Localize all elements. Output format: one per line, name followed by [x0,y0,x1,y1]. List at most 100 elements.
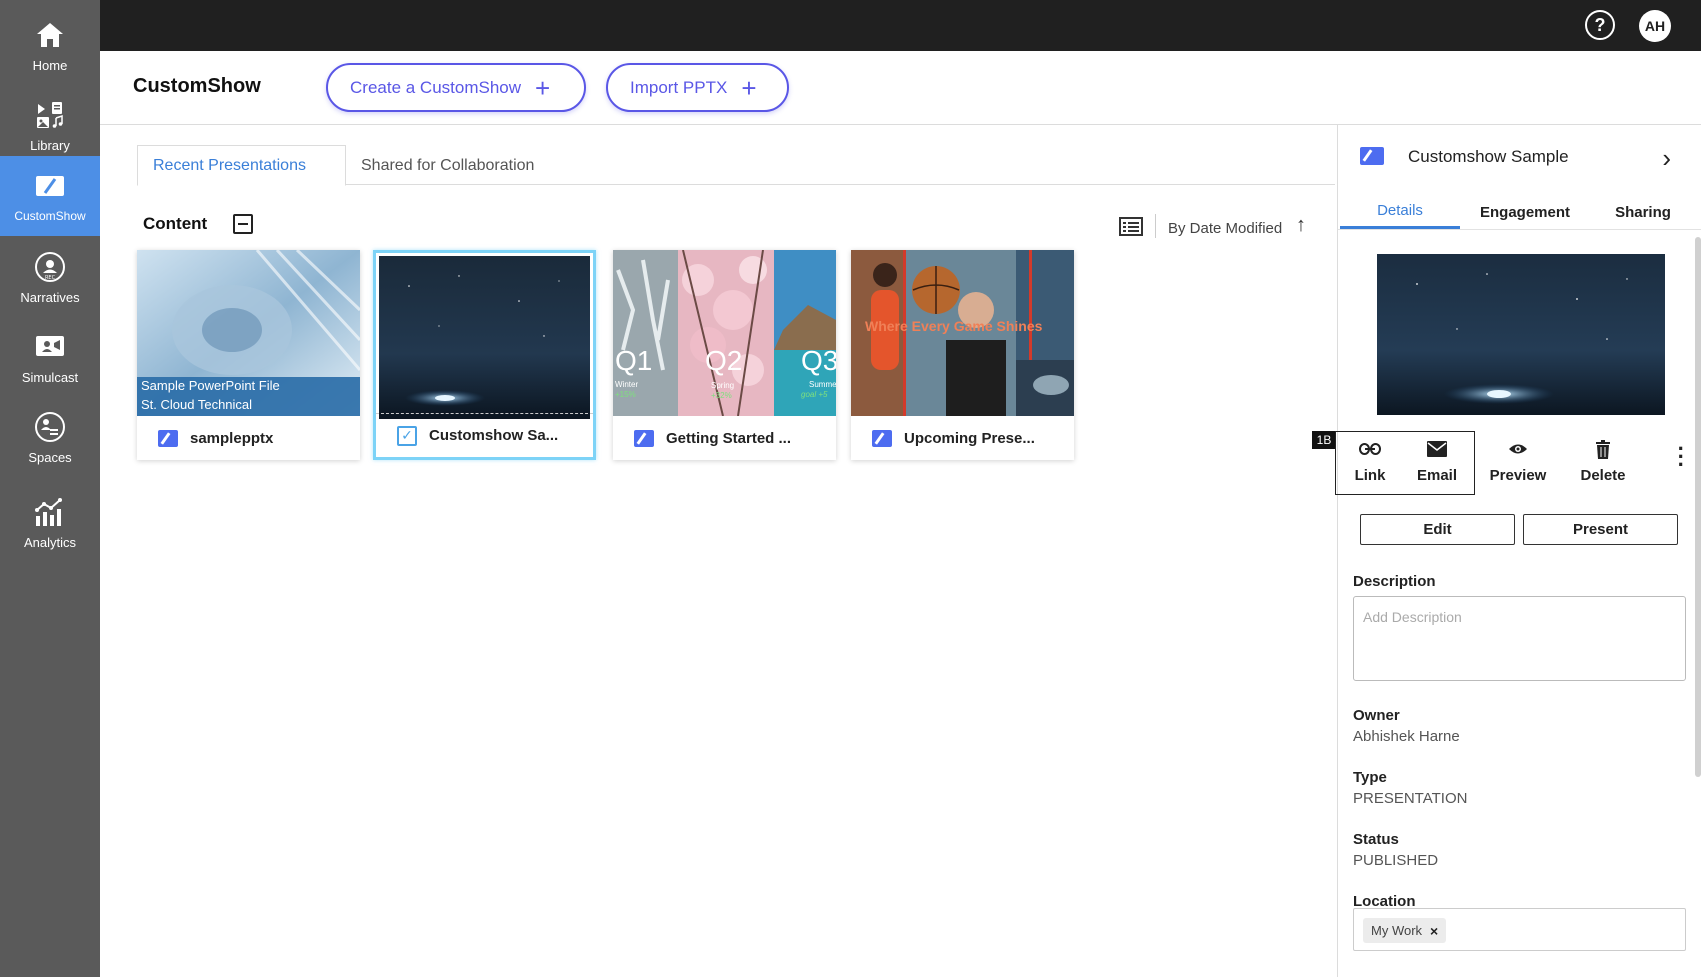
sort-dropdown[interactable]: By Date Modified [1168,220,1282,237]
presentation-card[interactable]: Sample PowerPoint File St. Cloud Technic… [137,250,360,460]
card-title: Getting Started ... [666,429,792,447]
sidebar-item-label: Library [30,137,70,153]
chip-label: My Work [1371,923,1423,938]
tab-recent-presentations[interactable]: Recent Presentations [137,145,346,186]
presentation-icon [872,429,892,447]
panel-title: Customshow Sample [1408,147,1569,166]
top-bar: ? AH [100,0,1701,51]
edit-button[interactable]: Edit [1360,514,1515,545]
sidebar-item-label: Simulcast [21,369,79,385]
import-pptx-button[interactable]: Import PPTX + [606,63,789,112]
card-footer: Getting Started ... [613,416,836,460]
link-button[interactable]: Link [1335,439,1405,484]
thumbnail-text: Summe [809,380,836,389]
home-icon [33,18,67,52]
email-label: Email [1416,467,1458,484]
presentation-card[interactable]: Q1 Q2 Q3 Winter +15% Spring +32% Summe g… [613,250,836,460]
sort-direction-icon[interactable]: ↑ [1296,214,1306,237]
thumbnail-text: Winter [615,380,639,389]
checkbox-icon[interactable]: ✓ [397,425,417,446]
trash-icon [1595,439,1611,459]
email-button[interactable]: Email [1402,439,1472,484]
avatar[interactable]: AH [1639,10,1671,42]
tab-sharing[interactable]: Sharing [1590,195,1696,229]
divider [1338,229,1701,230]
remove-chip-icon[interactable]: × [1430,923,1438,939]
card-footer: samplepptx [137,416,360,460]
sidebar-item-spaces[interactable]: Spaces [0,397,100,477]
card-footer: Upcoming Prese... [851,416,1074,460]
email-icon [1427,439,1447,459]
sidebar-item-label: Analytics [23,534,77,550]
sidebar-item-label: Spaces [28,449,72,465]
card-thumbnail: Where Every Game Shines [851,250,1074,416]
thumbnail-text: +15% [615,390,636,399]
tab-shared-for-collaboration[interactable]: Shared for Collaboration [346,145,549,186]
create-customshow-button[interactable]: Create a CustomShow + [326,63,586,112]
type-label: Type [1353,769,1387,786]
presentation-icon [158,429,178,447]
presentation-icon [1360,147,1384,165]
tab-details[interactable]: Details [1340,195,1460,229]
tabs-bar: Recent Presentations Shared for Collabor… [137,145,1335,186]
sidebar-item-home[interactable]: Home [0,5,100,85]
preview-label: Preview [1489,467,1547,484]
sidebar-item-analytics[interactable]: Analytics [0,482,100,562]
thumbnail-text: Spring [711,381,735,390]
delete-label: Delete [1580,467,1626,484]
divider [1155,214,1156,238]
sidebar-item-simulcast[interactable]: Simulcast [0,317,100,397]
tab-engagement[interactable]: Engagement [1460,195,1590,229]
preview-button[interactable]: Preview [1483,439,1553,484]
sidebar-item-narratives[interactable]: REC Narratives [0,237,100,317]
content-heading: Content [143,214,208,233]
page-title: CustomShow [133,75,261,97]
description-field[interactable]: Add Description [1353,596,1686,681]
library-icon [33,98,67,132]
customshow-icon [33,169,67,203]
sidebar-item-customshow[interactable]: CustomShow [0,156,100,236]
create-customshow-label: Create a CustomShow [350,77,522,97]
plus-icon: + [741,72,757,103]
link-label: Link [1354,467,1386,484]
thumbnail-text: Sample PowerPoint File [141,378,280,393]
analytics-icon [33,495,67,529]
sidebar-item-library[interactable]: Library [0,85,100,165]
simulcast-icon [33,330,67,364]
presentation-card[interactable]: Where Every Game Shines Upcoming Prese..… [851,250,1074,460]
card-title: samplepptx [190,429,274,447]
card-thumbnail [379,256,590,419]
thumbnail-text: St. Cloud Technical [141,397,253,412]
help-icon[interactable]: ? [1585,10,1615,40]
page-header: CustomShow Create a CustomShow + Import … [100,51,1701,125]
spaces-icon [33,410,67,444]
sidebar-item-label: Narratives [20,289,80,305]
owner-label: Owner [1353,707,1400,724]
narratives-badge: REC [45,275,56,281]
narratives-icon: REC [33,250,67,284]
delete-button[interactable]: Delete [1568,439,1638,484]
description-label: Description [1353,573,1436,590]
present-button[interactable]: Present [1523,514,1678,545]
thumbnail-text: goal +5 [801,390,828,399]
chevron-right-icon[interactable]: › [1662,143,1671,174]
card-thumbnail: Sample PowerPoint File St. Cloud Technic… [137,250,360,416]
plus-icon: + [535,72,551,103]
status-label: Status [1353,831,1399,848]
presentation-icon [634,429,654,447]
list-view-icon[interactable] [1119,217,1143,236]
presentation-preview [1377,254,1665,415]
sidebar-item-label: Home [32,57,68,73]
presentation-card[interactable]: ✓ Customshow Sa... [373,250,596,460]
sidebar-item-label: CustomShow [14,209,86,223]
location-chip: My Work × [1363,918,1447,943]
owner-value: Abhishek Harne [1353,728,1460,745]
panel-scrollbar[interactable] [1695,237,1701,777]
step-badge: 1B [1312,431,1336,449]
card-title: Upcoming Prese... [904,429,1035,447]
collapse-icon[interactable] [233,214,253,234]
location-field[interactable]: My Work × [1353,908,1686,951]
sidebar: Home Library CustomShow REC Narratives S… [0,0,100,977]
more-options-icon[interactable]: · · · [1678,438,1685,476]
card-thumbnail: Q1 Q2 Q3 Winter +15% Spring +32% Summe g… [613,250,836,416]
